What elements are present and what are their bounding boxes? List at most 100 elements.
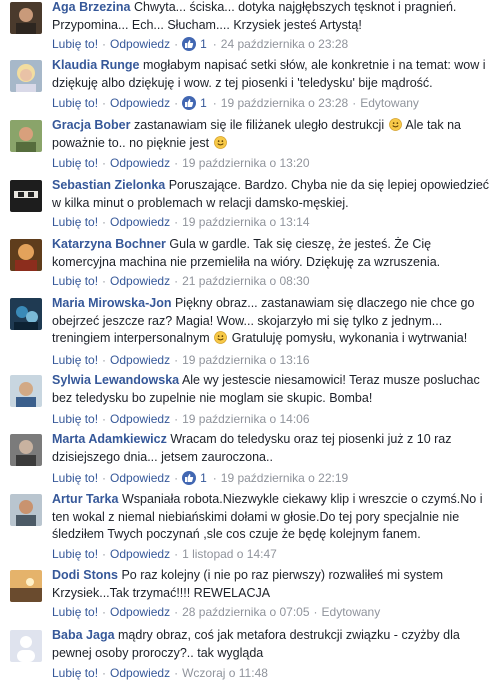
avatar[interactable] <box>10 180 42 212</box>
comment-author[interactable]: Klaudia Runge <box>52 58 140 72</box>
separator-dot: · <box>174 215 179 229</box>
thumbs-up-icon[interactable] <box>182 96 197 110</box>
avatar[interactable] <box>10 570 42 602</box>
separator-dot: · <box>102 96 107 110</box>
comment-timestamp[interactable]: 19 października o 13:16 <box>182 353 309 367</box>
comment-timestamp[interactable]: 28 października o 07:05 <box>182 605 309 619</box>
like-count[interactable]: 1 <box>200 37 207 51</box>
separator-dot: · <box>313 605 318 619</box>
like-count[interactable]: 1 <box>200 96 207 110</box>
separator-dot: · <box>102 156 107 170</box>
thumbs-up-icon[interactable] <box>182 37 197 51</box>
avatar[interactable] <box>10 60 42 92</box>
comment-author[interactable]: Maria Mirowska-Jon <box>52 296 171 310</box>
comment-actions: Lubię to! · Odpowiedz · 19 października o 13… <box>52 353 310 367</box>
comment-author[interactable]: Sylwia Lewandowska <box>52 373 179 387</box>
separator-dot: · <box>212 96 217 110</box>
like-button[interactable]: Lubię to! <box>52 353 98 367</box>
like-button[interactable]: Lubię to! <box>52 274 98 288</box>
comment-author[interactable]: Artur Tarka <box>52 492 118 506</box>
reply-button[interactable]: Odpowiedz <box>110 37 170 51</box>
comment-body: Dodi Stons Po raz kolejny (i nie po raz … <box>52 567 492 602</box>
comment-timestamp[interactable]: Wczoraj o 11:48 <box>182 666 268 680</box>
separator-dot: · <box>174 353 179 367</box>
comment-actions: Lubię to! · Odpowiedz · 1 · 19 października o … <box>52 471 348 485</box>
comment-timestamp[interactable]: 1 listopad o 14:47 <box>182 547 277 561</box>
separator-dot: · <box>174 156 179 170</box>
like-button[interactable]: Lubię to! <box>52 96 98 110</box>
comment-body: Maria Mirowska-Jon Piękny obraz... zasta… <box>52 295 492 348</box>
comment-author[interactable]: Katarzyna Bochner <box>52 237 166 251</box>
avatar[interactable] <box>10 239 42 271</box>
like-button[interactable]: Lubię to! <box>52 666 98 680</box>
avatar[interactable] <box>10 2 42 34</box>
comment-actions: Lubię to! · Odpowiedz · 21 października o 08… <box>52 274 310 288</box>
comment-body: Sebastian Zielonka Poruszające. Bardzo. … <box>52 177 492 212</box>
reply-button[interactable]: Odpowiedz <box>110 274 170 288</box>
reply-button[interactable]: Odpowiedz <box>110 471 170 485</box>
comment-actions: Lubię to! · Odpowiedz · 1 · 24 października o … <box>52 37 348 51</box>
thumbs-up-icon[interactable] <box>182 471 197 485</box>
comments-list: Aga Brzezina Chwyta... ściska... dotyka … <box>0 0 502 685</box>
like-button[interactable]: Lubię to! <box>52 156 98 170</box>
separator-dot: · <box>174 37 179 51</box>
edited-label[interactable]: Edytowany <box>360 96 419 110</box>
comment-actions: Lubię to! · Odpowiedz · 19 października o 14… <box>52 412 310 426</box>
comment-timestamp[interactable]: 21 października o 08:30 <box>182 274 309 288</box>
separator-dot: · <box>102 547 107 561</box>
separator-dot: · <box>174 666 179 680</box>
avatar[interactable] <box>10 375 42 407</box>
comment-timestamp[interactable]: 24 października o 23:28 <box>221 37 348 51</box>
comment-timestamp[interactable]: 19 października o 22:19 <box>221 471 348 485</box>
like-button[interactable]: Lubię to! <box>52 471 98 485</box>
reply-button[interactable]: Odpowiedz <box>110 605 170 619</box>
reply-button[interactable]: Odpowiedz <box>110 666 170 680</box>
comment-author[interactable]: Gracja Bober <box>52 118 131 132</box>
avatar[interactable] <box>10 298 42 330</box>
comment-actions: Lubię to! · Odpowiedz · 28 października o 07… <box>52 605 380 619</box>
avatar[interactable] <box>10 630 42 662</box>
reply-button[interactable]: Odpowiedz <box>110 547 170 561</box>
separator-dot: · <box>174 547 179 561</box>
avatar[interactable] <box>10 434 42 466</box>
separator-dot: · <box>102 471 107 485</box>
comment-timestamp[interactable]: 19 października o 14:06 <box>182 412 309 426</box>
edited-label[interactable]: Edytowany <box>322 605 381 619</box>
comment-timestamp[interactable]: 19 października o 23:28 <box>221 96 348 110</box>
comment-timestamp[interactable]: 19 października o 13:20 <box>182 156 309 170</box>
reply-button[interactable]: Odpowiedz <box>110 353 170 367</box>
like-button[interactable]: Lubię to! <box>52 412 98 426</box>
separator-dot: · <box>174 605 179 619</box>
reply-button[interactable]: Odpowiedz <box>110 412 170 426</box>
smile-emoji-icon <box>214 331 228 344</box>
comment-author[interactable]: Aga Brzezina <box>52 0 131 14</box>
comment-actions: Lubię to! · Odpowiedz · 19 października o 13… <box>52 215 310 229</box>
comment-body: Aga Brzezina Chwyta... ściska... dotyka … <box>52 0 492 34</box>
like-button[interactable]: Lubię to! <box>52 37 98 51</box>
separator-dot: · <box>102 37 107 51</box>
comment-text-continued: Gratuluję pomysłu, wykonania i wytrwania… <box>231 331 468 345</box>
comment-body: Gracja Bober zastanawiam się ile filiżan… <box>52 117 492 152</box>
comment-author[interactable]: Sebastian Zielonka <box>52 178 165 192</box>
separator-dot: · <box>102 666 107 680</box>
avatar[interactable] <box>10 494 42 526</box>
comment-author[interactable]: Baba Jaga <box>52 628 115 642</box>
separator-dot: · <box>174 96 179 110</box>
separator-dot: · <box>352 96 357 110</box>
avatar[interactable] <box>10 120 42 152</box>
comment-body: Klaudia Runge mogłabym napisać setki słó… <box>52 57 492 92</box>
reply-button[interactable]: Odpowiedz <box>110 215 170 229</box>
comment-author[interactable]: Marta Adamkiewicz <box>52 432 167 446</box>
like-button[interactable]: Lubię to! <box>52 215 98 229</box>
comment-timestamp[interactable]: 19 października o 13:14 <box>182 215 309 229</box>
comment-text: zastanawiam się ile filiżanek uległo des… <box>134 118 385 132</box>
comment-author[interactable]: Dodi Stons <box>52 568 118 582</box>
smile-emoji-icon <box>388 118 402 131</box>
smile-emoji-icon <box>213 135 227 149</box>
like-count[interactable]: 1 <box>200 471 207 485</box>
reply-button[interactable]: Odpowiedz <box>110 96 170 110</box>
like-button[interactable]: Lubię to! <box>52 605 98 619</box>
reply-button[interactable]: Odpowiedz <box>110 156 170 170</box>
comment-body: Baba Jaga mądry obraz, coś jak metafora … <box>52 627 492 662</box>
like-button[interactable]: Lubię to! <box>52 547 98 561</box>
